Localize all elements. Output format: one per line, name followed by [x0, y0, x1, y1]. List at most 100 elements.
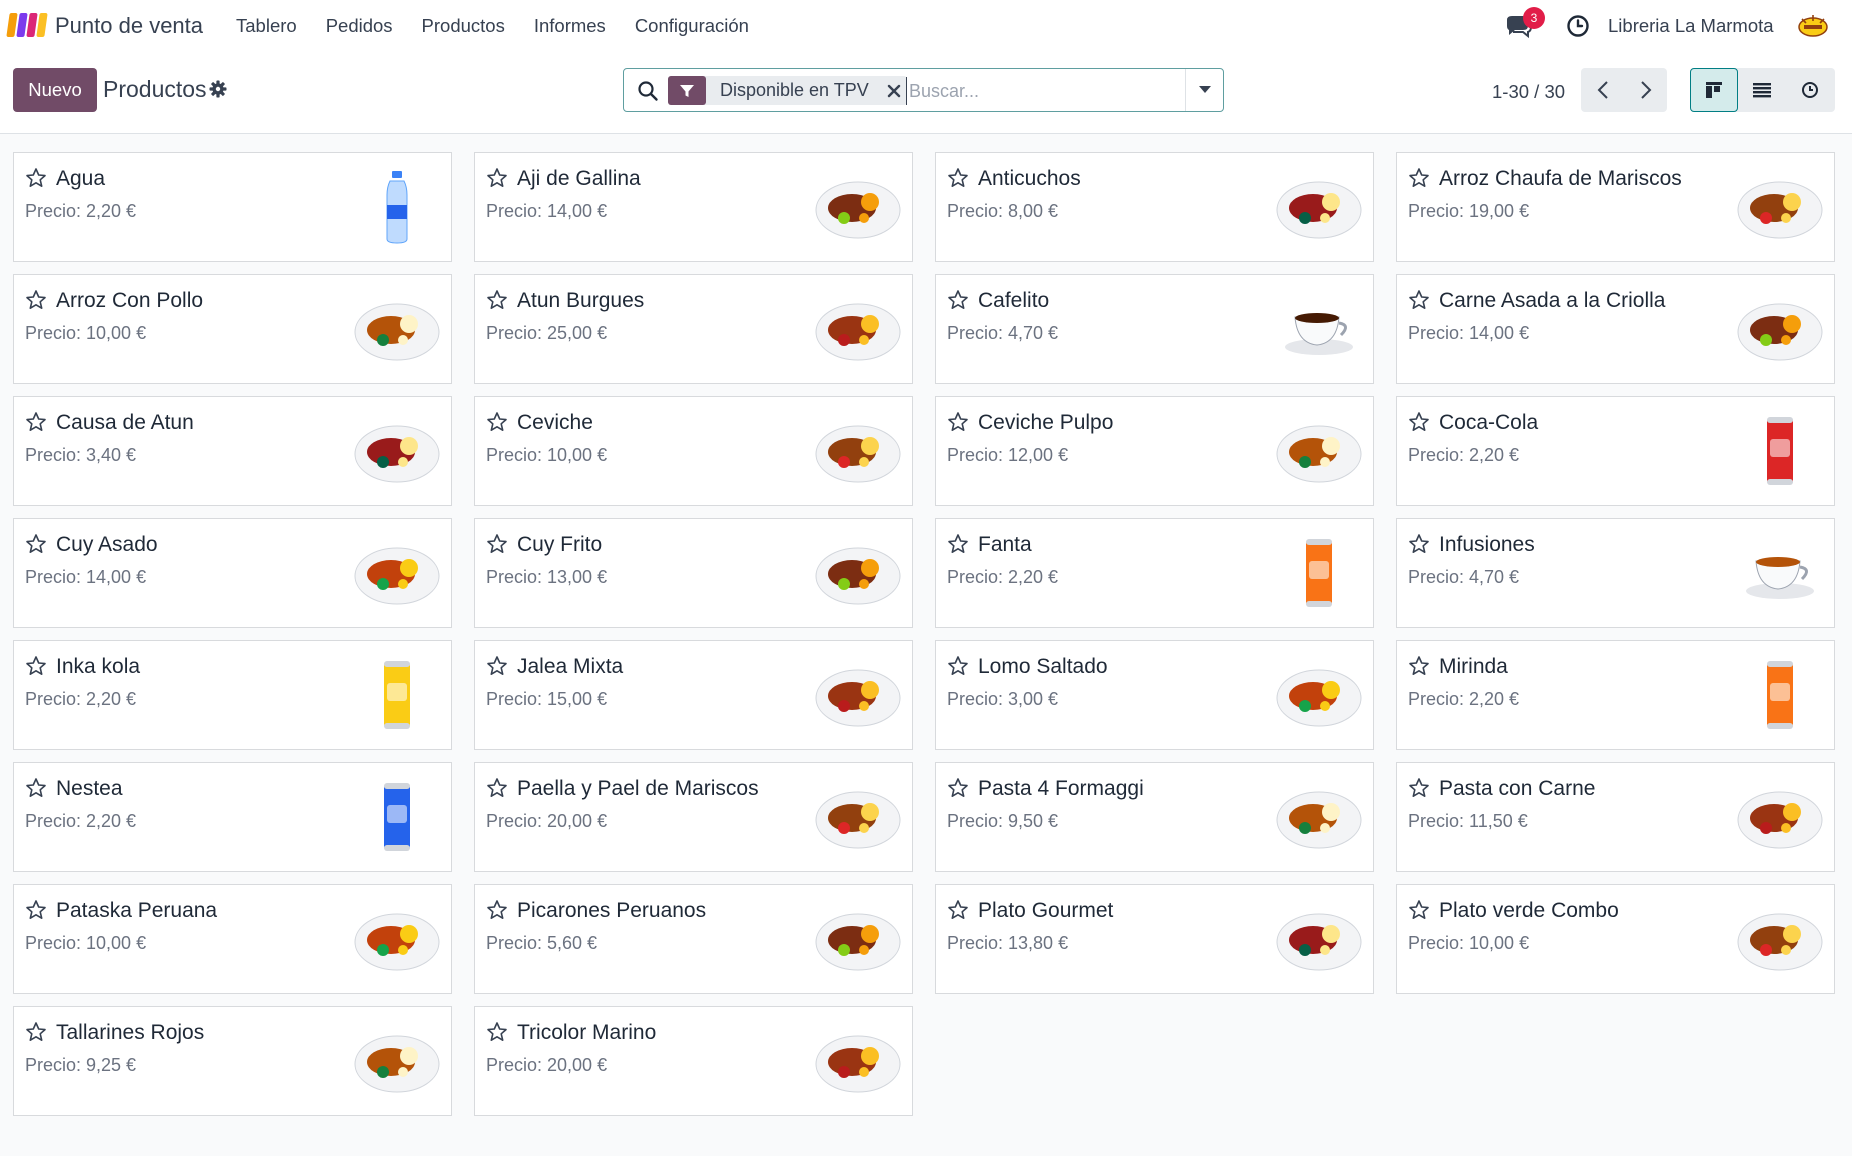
favorite-star-icon[interactable] — [947, 167, 969, 189]
favorite-star-icon[interactable] — [1408, 411, 1430, 433]
product-name: Cuy Asado — [56, 533, 158, 556]
kanban-view-button[interactable] — [1690, 68, 1738, 112]
favorite-star-icon[interactable] — [1408, 533, 1430, 555]
favorite-star-icon[interactable] — [25, 167, 47, 189]
favorite-star-icon[interactable] — [486, 1021, 508, 1043]
product-card[interactable]: Infusiones Precio: 4,70 € — [1396, 518, 1835, 628]
product-card[interactable]: Jalea Mixta Precio: 15,00 € — [474, 640, 913, 750]
menu-item-informes[interactable]: Informes — [534, 15, 606, 37]
product-card[interactable]: Plato Gourmet Precio: 13,80 € — [935, 884, 1374, 994]
product-card[interactable]: Arroz Con Pollo Precio: 10,00 € — [13, 274, 452, 384]
favorite-star-icon[interactable] — [1408, 655, 1430, 677]
product-card[interactable]: Picarones Peruanos Precio: 5,60 € — [474, 884, 913, 994]
favorite-star-icon[interactable] — [947, 777, 969, 799]
product-name: Fanta — [978, 533, 1032, 556]
product-price: Precio: 12,00 € — [947, 445, 1069, 465]
menu-item-tablero[interactable]: Tablero — [236, 15, 297, 37]
pager-previous-button[interactable] — [1581, 68, 1624, 112]
search-options-toggle[interactable] — [1185, 69, 1223, 111]
activity-view-button[interactable] — [1786, 68, 1834, 112]
product-card[interactable]: Cuy Asado Precio: 14,00 € — [13, 518, 452, 628]
product-card[interactable]: Anticuchos Precio: 8,00 € — [935, 152, 1374, 262]
favorite-star-icon[interactable] — [486, 777, 508, 799]
pager-next-button[interactable] — [1624, 68, 1667, 112]
list-view-button[interactable] — [1738, 68, 1786, 112]
favorite-star-icon[interactable] — [25, 289, 47, 311]
favorite-star-icon[interactable] — [486, 411, 508, 433]
favorite-star-icon[interactable] — [486, 167, 508, 189]
favorite-star-icon[interactable] — [25, 899, 47, 921]
product-image — [1275, 529, 1363, 617]
favorite-star-icon[interactable] — [25, 655, 47, 677]
product-card[interactable]: Arroz Chaufa de Mariscos Precio: 19,00 € — [1396, 152, 1835, 262]
product-card[interactable]: Causa de Atun Precio: 3,40 € — [13, 396, 452, 506]
product-image — [1275, 651, 1363, 739]
favorite-star-icon[interactable] — [25, 777, 47, 799]
food-plate-icon — [354, 303, 440, 361]
favorite-star-icon[interactable] — [1408, 777, 1430, 799]
product-image — [353, 1017, 441, 1105]
product-card[interactable]: Plato verde Combo Precio: 10,00 € — [1396, 884, 1835, 994]
product-price: Precio: 2,20 € — [25, 201, 137, 221]
product-card[interactable]: Ceviche Precio: 10,00 € — [474, 396, 913, 506]
product-card[interactable]: Agua Precio: 2,20 € — [13, 152, 452, 262]
company-name[interactable]: Libreria La Marmota — [1608, 15, 1774, 37]
favorite-star-icon[interactable] — [1408, 899, 1430, 921]
pager-value[interactable]: 1-30 / 30 — [1492, 81, 1565, 103]
product-card[interactable]: Cafelito Precio: 4,70 € — [935, 274, 1374, 384]
gear-icon[interactable] — [209, 80, 227, 98]
favorite-star-icon[interactable] — [947, 411, 969, 433]
facet-remove-button[interactable] — [881, 76, 907, 105]
product-card[interactable]: Nestea Precio: 2,20 € — [13, 762, 452, 872]
product-image — [353, 529, 441, 617]
favorite-star-icon[interactable] — [947, 655, 969, 677]
user-avatar[interactable] — [1796, 11, 1830, 41]
product-price: Precio: 19,00 € — [1408, 201, 1530, 221]
favorite-star-icon[interactable] — [947, 533, 969, 555]
favorite-star-icon[interactable] — [486, 655, 508, 677]
favorite-star-icon[interactable] — [486, 289, 508, 311]
product-card[interactable]: Ceviche Pulpo Precio: 12,00 € — [935, 396, 1374, 506]
favorite-star-icon[interactable] — [25, 411, 47, 433]
drink-can-icon — [1767, 417, 1793, 485]
favorite-star-icon[interactable] — [1408, 289, 1430, 311]
favorite-star-icon[interactable] — [947, 289, 969, 311]
favorite-star-icon[interactable] — [486, 899, 508, 921]
product-name: Plato verde Combo — [1439, 899, 1619, 922]
favorite-star-icon[interactable] — [1408, 167, 1430, 189]
menu-item-productos[interactable]: Productos — [422, 15, 505, 37]
product-price: Precio: 3,00 € — [947, 689, 1059, 709]
search-icon[interactable] — [637, 80, 659, 102]
menu-item-pedidos[interactable]: Pedidos — [326, 15, 393, 37]
app-name[interactable]: Punto de venta — [55, 13, 203, 39]
product-card[interactable]: Carne Asada a la Criolla Precio: 14,00 € — [1396, 274, 1835, 384]
product-card[interactable]: Paella y Pael de Mariscos Precio: 20,00 … — [474, 762, 913, 872]
product-card[interactable]: Tallarines Rojos Precio: 9,25 € — [13, 1006, 452, 1116]
product-name: Nestea — [56, 777, 123, 800]
menu-item-configuracion[interactable]: Configuración — [635, 15, 749, 37]
food-plate-icon — [1276, 791, 1362, 849]
chevron-left-icon — [1597, 81, 1608, 99]
product-card[interactable]: Lomo Saltado Precio: 3,00 € — [935, 640, 1374, 750]
product-card[interactable]: Pasta con Carne Precio: 11,50 € — [1396, 762, 1835, 872]
product-card[interactable]: Pasta 4 Formaggi Precio: 9,50 € — [935, 762, 1374, 872]
food-plate-icon — [1276, 425, 1362, 483]
favorite-star-icon[interactable] — [25, 533, 47, 555]
product-card[interactable]: Mirinda Precio: 2,20 € — [1396, 640, 1835, 750]
product-card[interactable]: Aji de Gallina Precio: 14,00 € — [474, 152, 913, 262]
favorite-star-icon[interactable] — [486, 533, 508, 555]
favorite-star-icon[interactable] — [25, 1021, 47, 1043]
product-card[interactable]: Inka kola Precio: 2,20 € — [13, 640, 452, 750]
product-card[interactable]: Tricolor Marino Precio: 20,00 € — [474, 1006, 913, 1116]
product-image — [1736, 285, 1824, 373]
activity-clock-icon[interactable] — [1566, 14, 1590, 38]
product-card[interactable]: Coca-Cola Precio: 2,20 € — [1396, 396, 1835, 506]
product-card[interactable]: Atun Burgues Precio: 25,00 € — [474, 274, 913, 384]
product-card[interactable]: Cuy Frito Precio: 13,00 € — [474, 518, 913, 628]
product-card[interactable]: Fanta Precio: 2,20 € — [935, 518, 1374, 628]
product-card[interactable]: Pataska Peruana Precio: 10,00 € — [13, 884, 452, 994]
pos-app-logo-icon[interactable] — [6, 13, 48, 37]
favorite-star-icon[interactable] — [947, 899, 969, 921]
new-button[interactable]: Nuevo — [13, 68, 97, 112]
search-input[interactable] — [906, 77, 1191, 105]
